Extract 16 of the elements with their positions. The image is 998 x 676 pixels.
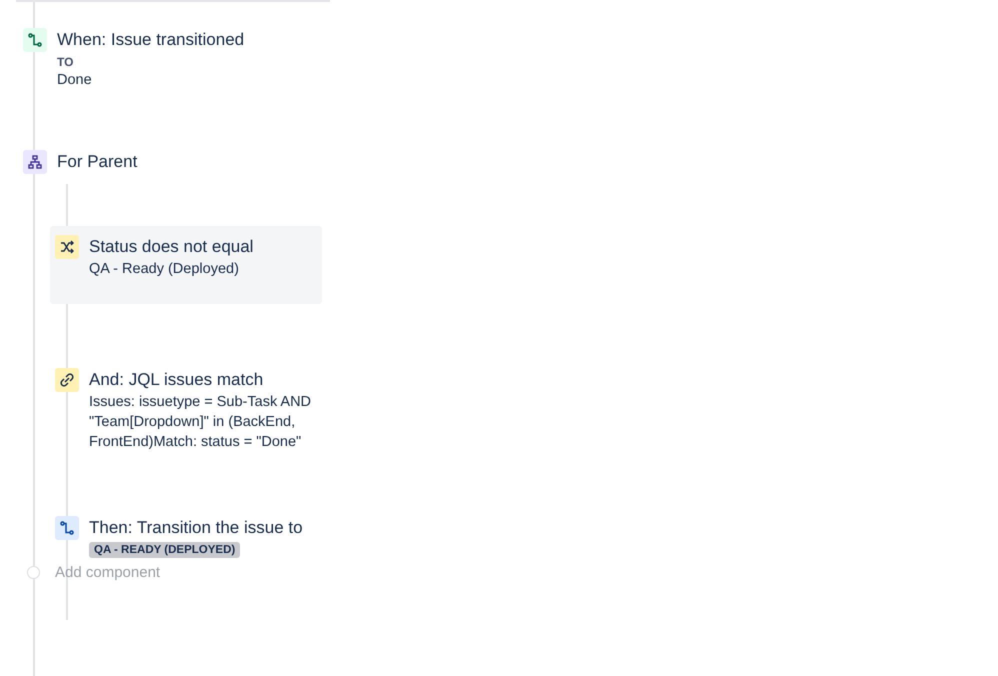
hierarchy-icon: [28, 155, 42, 169]
component-detail: Issues: issuetype = Sub-Task AND "Team[Dropdown]" in (BackEnd, FrontEnd)Match: status = "Done": [89, 393, 312, 452]
status-lozenge: QA - READY (DEPLOYED): [89, 542, 240, 558]
trigger-title[interactable]: When: Issue transitioned: [57, 28, 244, 52]
component-title[interactable]: Status does not equal: [89, 235, 254, 259]
link-icon: [60, 373, 74, 387]
component-title[interactable]: And: JQL issues match: [89, 368, 322, 392]
branch-title[interactable]: For Parent: [57, 150, 138, 174]
transition-icon: [28, 33, 42, 47]
shuffle-icon: [60, 240, 74, 254]
component-card[interactable]: Status does not equal QA - Ready (Deployed): [50, 226, 322, 304]
component-detail: QA - Ready (Deployed): [89, 260, 240, 279]
field-label: TO: [57, 54, 74, 70]
transition-icon: [60, 521, 74, 535]
component-title[interactable]: Then: Transition the issue to: [89, 516, 303, 540]
field-value: Done: [57, 71, 93, 90]
